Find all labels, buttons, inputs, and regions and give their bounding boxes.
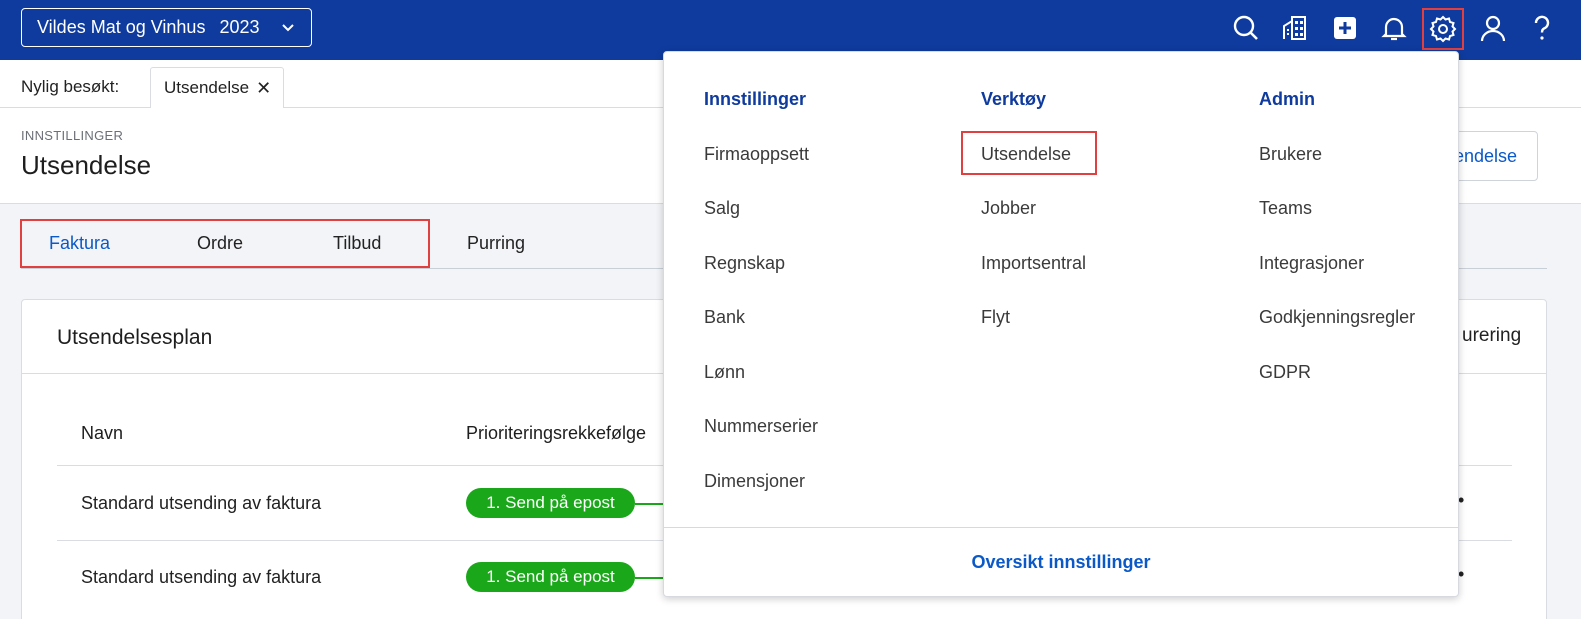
menu-heading-verktoy: Verktøy — [981, 89, 1047, 109]
menu-item-brukere[interactable]: Brukere — [1259, 144, 1322, 165]
row-2-name: Standard utsending av faktura — [81, 567, 322, 587]
recent-label: Nylig besøkt: — [21, 77, 120, 96]
breadcrumb[interactable]: INNSTILLINGER — [21, 128, 123, 143]
recent-tab-label: Utsendelse — [164, 78, 250, 97]
column-header-prioritering: Prioriteringsrekkefølge — [466, 423, 647, 443]
oversikt-innstillinger-link[interactable]: Oversikt innstillinger — [664, 552, 1458, 573]
menu-divider — [664, 527, 1458, 528]
gear-icon[interactable] — [1422, 8, 1464, 50]
close-icon[interactable]: ✕ — [256, 79, 271, 97]
user-icon[interactable] — [1476, 11, 1510, 45]
utsendelse-highlight-box — [961, 131, 1097, 175]
menu-heading-admin: Admin — [1259, 89, 1315, 109]
add-icon[interactable] — [1328, 11, 1362, 45]
menu-item-teams[interactable]: Teams — [1259, 198, 1312, 219]
menu-item-dimensjoner[interactable]: Dimensjoner — [704, 471, 805, 492]
settings-menu: Innstillinger Verktøy Admin Firmaoppsett… — [663, 51, 1459, 597]
row-1-name: Standard utsending av faktura — [81, 493, 322, 513]
column-header-navn: Navn — [81, 423, 124, 443]
card-title: Utsendelsesplan — [57, 326, 213, 349]
row-1-step-pill[interactable]: 1. Send på epost — [466, 488, 635, 518]
menu-item-integrasjoner[interactable]: Integrasjoner — [1259, 253, 1364, 274]
building-icon[interactable] — [1278, 11, 1312, 45]
menu-item-salg[interactable]: Salg — [704, 198, 740, 219]
menu-heading-innstillinger: Innstillinger — [704, 89, 807, 109]
menu-item-gdpr[interactable]: GDPR — [1259, 362, 1311, 383]
menu-item-godkjenningsregler[interactable]: Godkjenningsregler — [1259, 307, 1415, 328]
menu-item-lonn[interactable]: Lønn — [704, 362, 745, 383]
company-selector[interactable]: Vildes Mat og Vinhus 2023 — [21, 8, 312, 47]
tabs-highlight-box — [20, 219, 430, 268]
company-year: 2023 — [219, 17, 260, 37]
row-1-step-connector — [635, 503, 665, 505]
menu-item-jobber[interactable]: Jobber — [981, 198, 1036, 219]
menu-item-firmaoppsett[interactable]: Firmaoppsett — [704, 144, 809, 165]
page-title: Utsendelse — [21, 150, 152, 180]
menu-item-nummerserier[interactable]: Nummerserier — [704, 416, 818, 437]
card-right-link[interactable]: urering — [1462, 325, 1521, 347]
tab-purring[interactable]: Purring — [467, 233, 525, 254]
company-name: Vildes Mat og Vinhus — [37, 17, 206, 37]
help-icon[interactable] — [1525, 11, 1559, 45]
menu-item-importsentral[interactable]: Importsentral — [981, 253, 1086, 274]
chevron-down-icon — [282, 24, 294, 32]
row-2-step-connector — [635, 577, 665, 579]
menu-item-flyt[interactable]: Flyt — [981, 307, 1010, 328]
bell-icon[interactable] — [1377, 11, 1411, 45]
search-icon[interactable] — [1229, 11, 1263, 45]
menu-item-regnskap[interactable]: Regnskap — [704, 253, 785, 274]
new-button-label: endelse — [1453, 145, 1517, 166]
menu-item-bank[interactable]: Bank — [704, 307, 745, 328]
recent-tab-utsendelse[interactable]: Utsendelse ✕ — [150, 67, 284, 108]
row-2-step-pill[interactable]: 1. Send på epost — [466, 562, 635, 592]
